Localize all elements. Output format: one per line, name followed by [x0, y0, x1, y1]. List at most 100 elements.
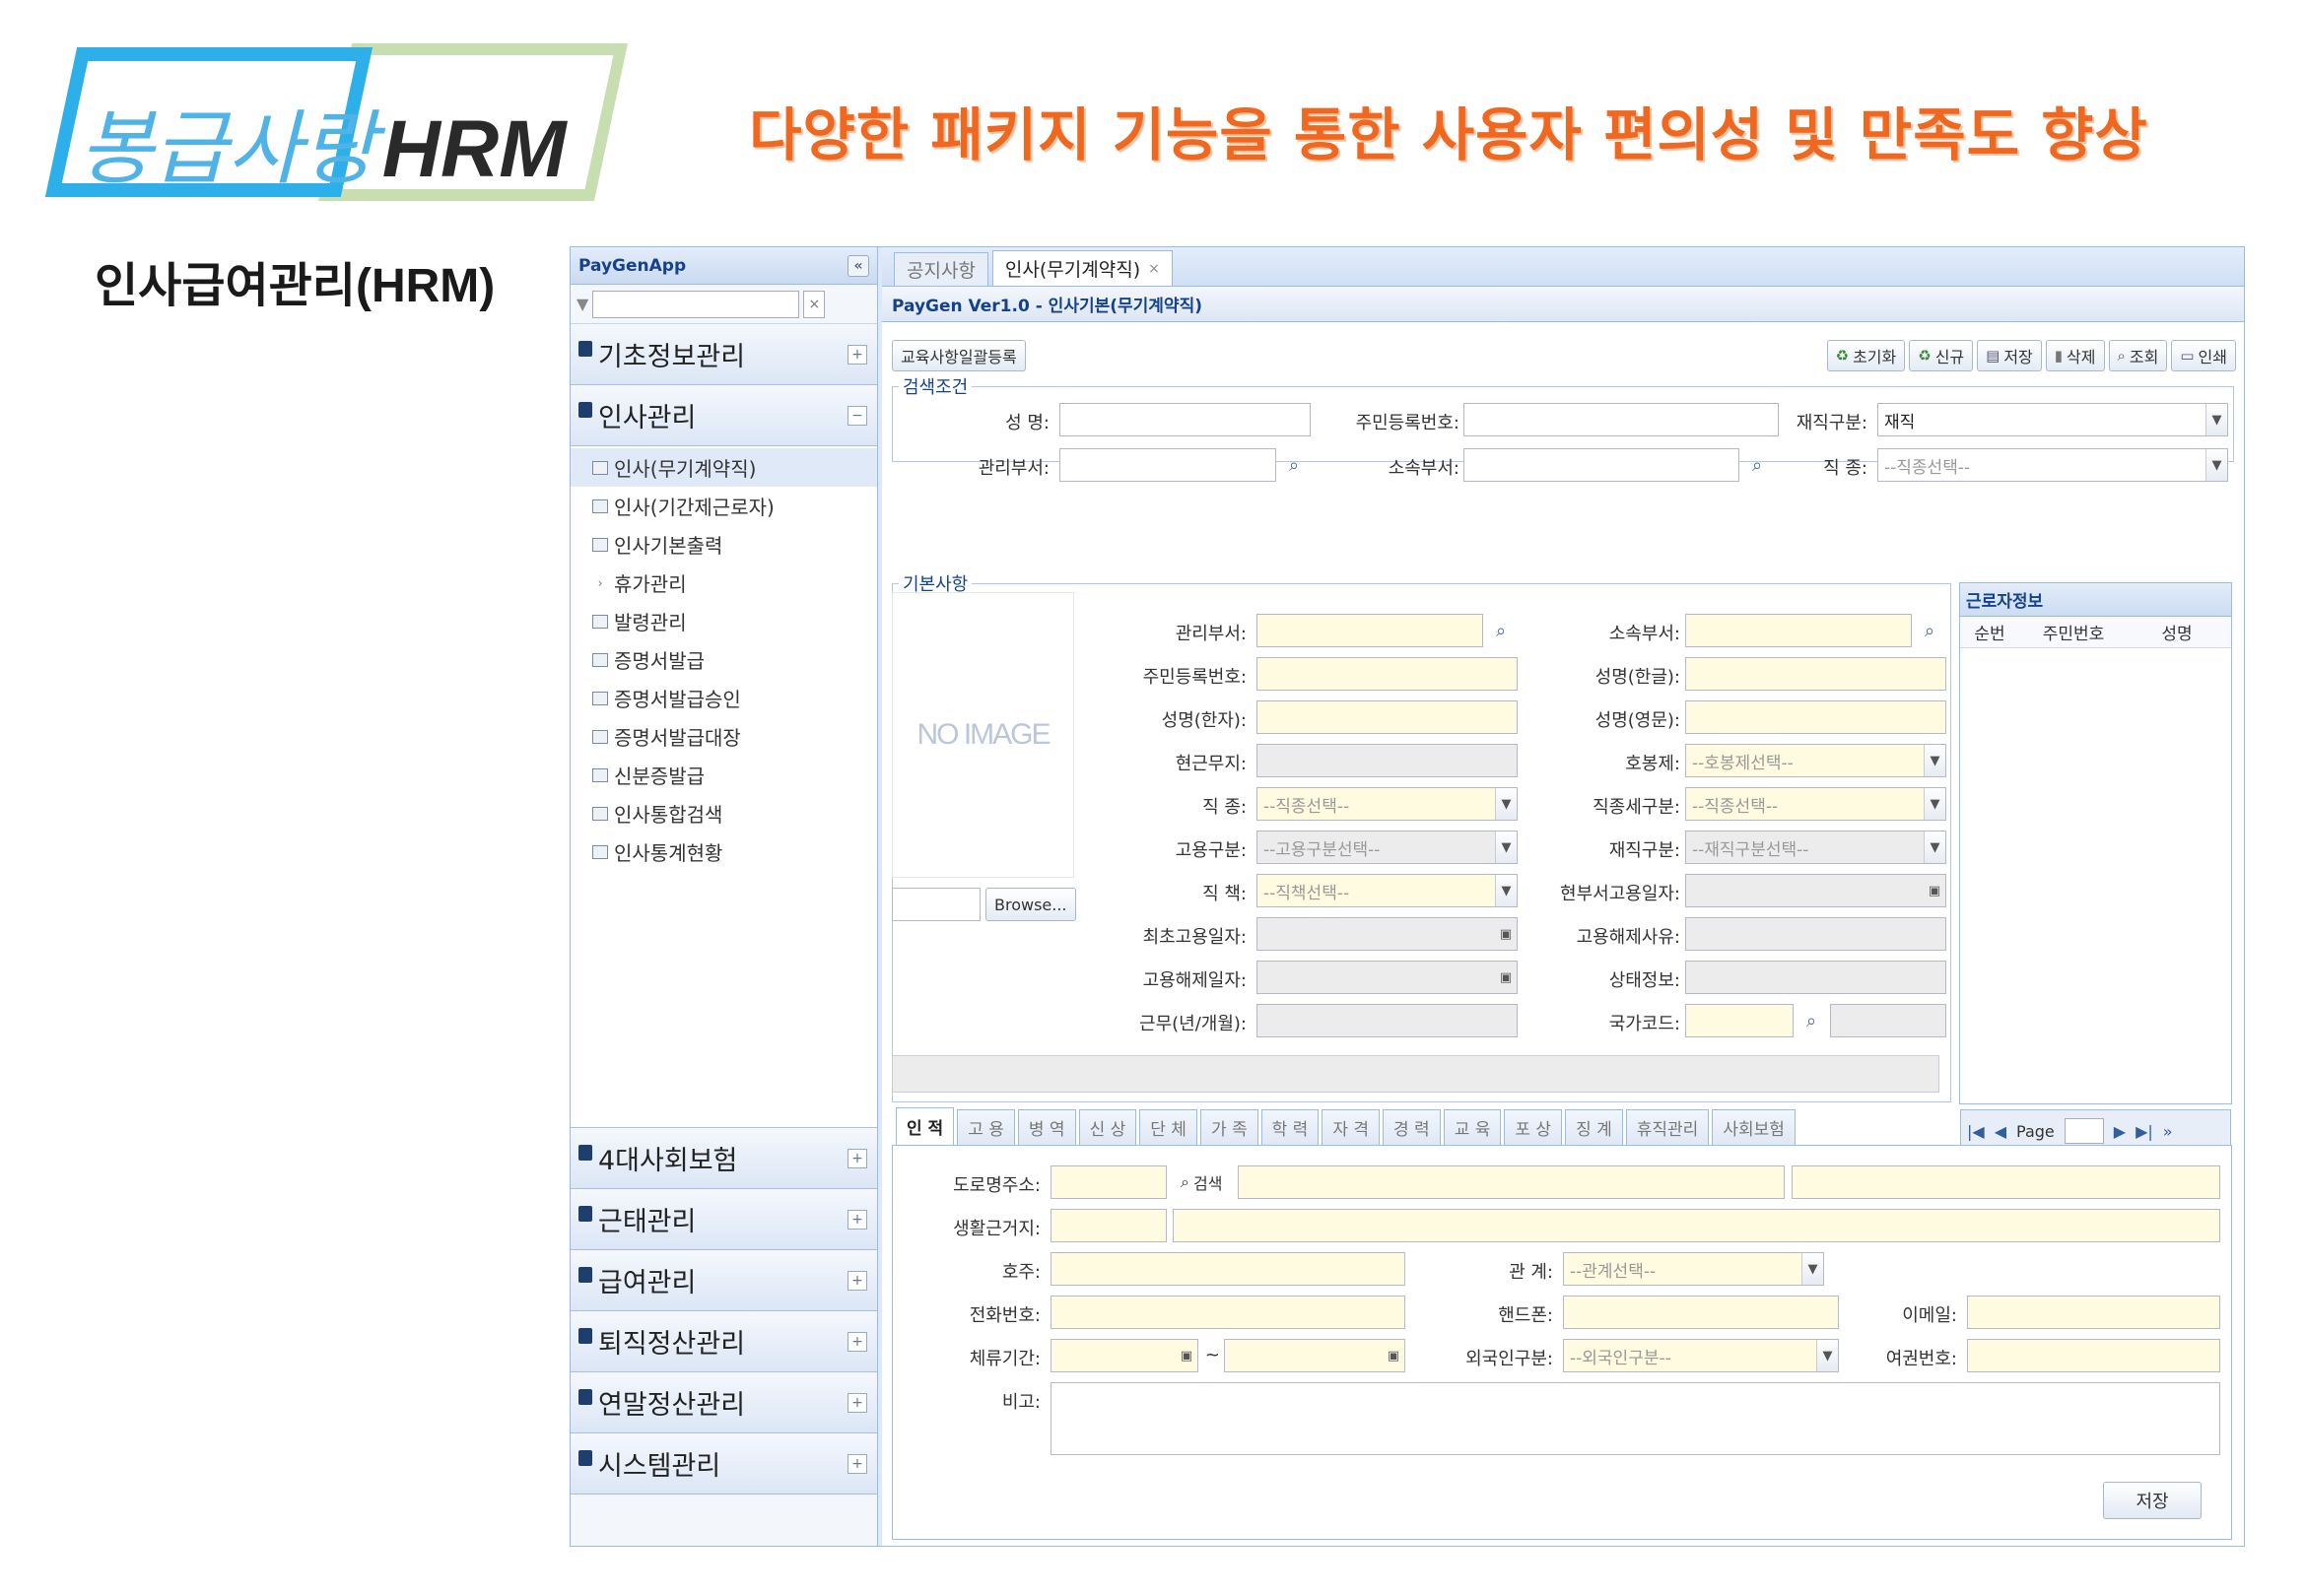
- calendar-icon[interactable]: ▣: [1495, 918, 1517, 950]
- sidebar-group-basic-info[interactable]: 기초정보관리 +: [571, 324, 877, 385]
- photo-path-input[interactable]: [892, 888, 981, 921]
- tab-military[interactable]: 병 역: [1017, 1109, 1076, 1145]
- tab-family[interactable]: 가 족: [1199, 1109, 1258, 1145]
- menu-item-appointment[interactable]: 발령관리: [571, 602, 877, 640]
- menu-item-leave[interactable]: › 휴가관리: [571, 564, 877, 602]
- emp-type-select[interactable]: --고용구분선택-- ▼: [1256, 831, 1518, 864]
- col-seq[interactable]: 순번: [1960, 620, 2019, 644]
- rrn-input[interactable]: [1256, 657, 1518, 691]
- first-date-input[interactable]: ▣: [1256, 917, 1518, 951]
- menu-search-input[interactable]: [592, 290, 800, 318]
- grade-select[interactable]: --호봉제선택-- ▼: [1685, 744, 1946, 777]
- passport-input[interactable]: [1967, 1339, 2220, 1372]
- calendar-icon[interactable]: ▣: [1495, 962, 1517, 993]
- tab-social-insurance[interactable]: 사회보험: [1712, 1109, 1796, 1145]
- tab-leave[interactable]: 휴직관리: [1625, 1109, 1710, 1145]
- job-detail-select[interactable]: --직종선택-- ▼: [1685, 787, 1946, 821]
- tab-employment[interactable]: 고 용: [957, 1109, 1015, 1145]
- sidebar-group-system[interactable]: 시스템관리 +: [571, 1433, 877, 1495]
- tab-education-history[interactable]: 학 력: [1260, 1109, 1320, 1145]
- stay-from-input[interactable]: ▣: [1051, 1339, 1198, 1372]
- menu-item-hr-print[interactable]: 인사기본출력: [571, 525, 877, 564]
- sidebar-group-retirement[interactable]: 퇴직정산관리 +: [571, 1311, 877, 1372]
- menu-item-hr-stats[interactable]: 인사통계현황: [571, 832, 877, 871]
- expand-icon[interactable]: +: [848, 1392, 867, 1413]
- tab-profile[interactable]: 신 상: [1078, 1109, 1137, 1145]
- employment-select[interactable]: 재직 ▼: [1877, 403, 2228, 436]
- email-input[interactable]: [1967, 1296, 2220, 1329]
- detail-save-button[interactable]: 저장: [2103, 1482, 2202, 1519]
- live-zip-input[interactable]: [1051, 1209, 1167, 1242]
- sidebar-group-attendance[interactable]: 근태관리 +: [571, 1189, 877, 1250]
- work-type-select[interactable]: --재직구분선택-- ▼: [1685, 831, 1946, 864]
- sidebar-group-payroll[interactable]: 급여관리 +: [571, 1250, 877, 1311]
- search-button[interactable]: ⌕ 조회: [2108, 340, 2168, 371]
- mobile-input[interactable]: [1563, 1296, 1839, 1329]
- zip-input[interactable]: [1051, 1165, 1167, 1199]
- stay-to-input[interactable]: ▣: [1224, 1339, 1405, 1372]
- calendar-icon[interactable]: ▣: [1176, 1340, 1197, 1371]
- menu-item-hr-permanent[interactable]: 인사(무기계약직): [571, 448, 877, 487]
- tab-notice[interactable]: 공지사항: [894, 252, 988, 286]
- search-icon[interactable]: ⌕: [1914, 614, 1945, 647]
- search-rrn-input[interactable]: [1463, 403, 1779, 436]
- hoju-input[interactable]: [1051, 1252, 1405, 1286]
- expand-icon[interactable]: +: [848, 1331, 867, 1352]
- manage-dept-input[interactable]: [1256, 614, 1483, 647]
- job-select[interactable]: --직종선택-- ▼: [1256, 787, 1518, 821]
- live-addr-input[interactable]: [1173, 1209, 2220, 1242]
- tab-award[interactable]: 포 상: [1504, 1109, 1563, 1145]
- menu-item-certificate[interactable]: 증명서발급: [571, 640, 877, 679]
- search-icon[interactable]: ⌕: [1485, 614, 1517, 647]
- phone-input[interactable]: [1051, 1296, 1405, 1329]
- relation-select[interactable]: --관계선택-- ▼: [1563, 1252, 1824, 1286]
- tab-training[interactable]: 교 육: [1443, 1109, 1502, 1145]
- print-button[interactable]: ▭ 인쇄: [2171, 340, 2236, 371]
- col-rrn[interactable]: 주민번호: [2019, 620, 2128, 644]
- menu-item-hr-contract[interactable]: 인사(기간제근로자): [571, 487, 877, 525]
- service-input[interactable]: [1256, 1004, 1518, 1037]
- search-icon[interactable]: ⌕: [1278, 448, 1310, 482]
- reset-button[interactable]: ♻ 초기화: [1826, 340, 1906, 371]
- name-cn-input[interactable]: [1256, 700, 1518, 734]
- bulk-education-button[interactable]: 교육사항일괄등록: [892, 340, 1026, 371]
- search-manage-dept-input[interactable]: [1059, 448, 1276, 482]
- sidebar-group-insurance[interactable]: 4대사회보험 +: [571, 1128, 877, 1189]
- tab-license[interactable]: 자 격: [1322, 1109, 1381, 1145]
- save-button[interactable]: ▤ 저장: [1977, 340, 2042, 371]
- calendar-icon[interactable]: ▣: [1924, 875, 1945, 906]
- foreign-select[interactable]: --외국인구분-- ▼: [1563, 1339, 1839, 1372]
- new-button[interactable]: ♻ 신규: [1909, 340, 1974, 371]
- tab-discipline[interactable]: 징 계: [1565, 1109, 1623, 1145]
- name-kr-input[interactable]: [1685, 657, 1946, 691]
- road-addr-detail-input[interactable]: [1792, 1165, 2220, 1199]
- collapse-icon[interactable]: «: [848, 254, 869, 277]
- tab-hr-permanent[interactable]: 인사(무기계약직) ×: [991, 250, 1173, 286]
- menu-item-id-card[interactable]: 신분증발급: [571, 756, 877, 794]
- memo-textarea[interactable]: [1051, 1382, 2220, 1455]
- calendar-icon[interactable]: ▣: [1383, 1340, 1404, 1371]
- clear-icon[interactable]: ×: [803, 290, 826, 318]
- expand-icon[interactable]: +: [848, 1453, 867, 1474]
- job-type-select[interactable]: --직종선택-- ▼: [1877, 448, 2228, 482]
- dept-date-input[interactable]: ▣: [1685, 874, 1946, 907]
- sidebar-group-hr[interactable]: 인사관리 −: [571, 385, 877, 446]
- menu-item-certificate-approval[interactable]: 증명서발급승인: [571, 679, 877, 717]
- search-icon[interactable]: ⌕: [1796, 1004, 1827, 1037]
- search-name-input[interactable]: [1059, 403, 1311, 436]
- name-en-input[interactable]: [1685, 700, 1946, 734]
- state-info-input[interactable]: [1685, 961, 1946, 994]
- expand-icon[interactable]: +: [848, 344, 867, 365]
- collapse-group-icon[interactable]: −: [848, 405, 867, 426]
- term-date-input[interactable]: ▣: [1256, 961, 1518, 994]
- belong-dept-input[interactable]: [1685, 614, 1912, 647]
- road-addr-input[interactable]: [1238, 1165, 1785, 1199]
- menu-item-certificate-ledger[interactable]: 증명서발급대장: [571, 717, 877, 756]
- address-search-button[interactable]: ⌕ 검색: [1173, 1165, 1230, 1199]
- workplace-input[interactable]: [1256, 744, 1518, 777]
- delete-button[interactable]: ▮ 삭제: [2045, 340, 2105, 371]
- tab-career[interactable]: 경 력: [1383, 1109, 1441, 1145]
- tab-personal[interactable]: 인 적: [896, 1107, 955, 1145]
- col-name[interactable]: 성명: [2128, 620, 2226, 644]
- expand-icon[interactable]: +: [848, 1209, 867, 1230]
